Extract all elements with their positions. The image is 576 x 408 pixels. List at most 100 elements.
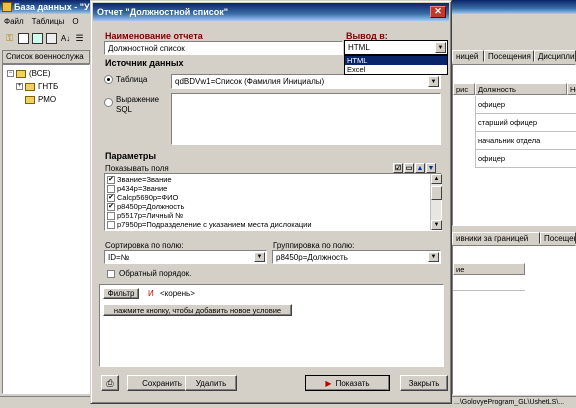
tab-discipline[interactable]: Дисциплин xyxy=(534,50,576,62)
output-select[interactable]: HTML ▼ xyxy=(344,40,448,55)
tab-visits[interactable]: Посещения xyxy=(484,50,534,62)
scroll-thumb[interactable] xyxy=(431,186,442,200)
grid-header-col1[interactable]: рис xyxy=(453,83,475,95)
move-up-icon[interactable]: ▲ xyxy=(415,163,425,173)
field-item[interactable]: p7950p=Подразделение с указанием места д… xyxy=(107,220,439,229)
sort-select-value: ID=№ xyxy=(108,252,130,262)
show-button-label: Показать xyxy=(335,378,370,388)
table-row[interactable]: офицер xyxy=(475,150,576,168)
field-item[interactable]: ✔ Звание=Звание xyxy=(107,175,439,184)
checkbox[interactable] xyxy=(107,211,115,220)
add-condition-button[interactable]: нажмите кнопку, чтобы добавить новое усл… xyxy=(103,304,292,316)
field-label: p434p=Звание xyxy=(117,184,168,193)
sort-icon[interactable]: A↓ xyxy=(60,33,71,44)
tree-item-gntb[interactable]: + ГНТБ xyxy=(16,82,58,91)
sort-select[interactable]: ID=№ ▼ xyxy=(104,250,267,264)
main-menubar: Файл Таблицы О xyxy=(0,14,90,28)
chevron-down-icon[interactable]: ▼ xyxy=(435,42,446,53)
chevron-down-icon[interactable]: ▼ xyxy=(254,252,265,262)
check-all-icon[interactable]: ☑ xyxy=(393,163,403,173)
dialog-titlebar: Отчет "Должностной список" ✕ xyxy=(93,3,449,21)
scroll-down-icon[interactable]: ▼ xyxy=(431,220,442,230)
report-name-value: Должностной список xyxy=(108,43,185,53)
key-icon[interactable]: ⚿ xyxy=(4,33,15,44)
tree-item-label: ГНТБ xyxy=(38,82,59,91)
status-bar: ...\GolovyeProgram_GL\UshetLS\... xyxy=(452,396,576,408)
save-button-label: Сохранить xyxy=(142,378,182,388)
tree-item-label: (ВСЕ) xyxy=(29,69,51,78)
filter-and-operator[interactable]: И xyxy=(148,289,154,298)
checkbox[interactable]: ✔ xyxy=(107,175,115,184)
output-option-excel[interactable]: Excel xyxy=(345,65,447,74)
field-item[interactable]: ✔ Calcp5690p=ФИО xyxy=(107,193,439,202)
folder-icon xyxy=(25,82,35,91)
tree-item-all[interactable]: − (ВСЕ) xyxy=(7,69,51,78)
report-name-input[interactable]: Должностной список xyxy=(104,41,343,55)
lower-grid-row[interactable] xyxy=(453,275,525,291)
table-icon[interactable] xyxy=(18,32,29,44)
close-icon[interactable]: ✕ xyxy=(430,6,446,18)
radio-table[interactable]: Таблица xyxy=(104,75,147,84)
fields-scrollbar[interactable]: ▲ ▼ xyxy=(430,174,442,230)
grid-cell: старший офицер xyxy=(478,118,538,127)
checkbox[interactable] xyxy=(107,269,115,278)
menu-file[interactable]: Файл xyxy=(4,17,24,26)
filter-panel: Фильтр И <корень> нажмите кнопку, чтобы … xyxy=(99,284,444,367)
main-toolbar: ⚿ A↓ ☰ xyxy=(0,29,90,47)
table-row[interactable]: старший офицер xyxy=(475,114,576,132)
params-label: Параметры xyxy=(105,151,157,161)
field-item[interactable]: p5517p=Личный № xyxy=(107,211,439,220)
field-label: p8450p=Должность xyxy=(117,202,185,211)
checkbox[interactable]: ✔ xyxy=(107,202,115,211)
field-label: p5517p=Личный № xyxy=(117,211,184,220)
right-tabs-bottom: ивники за границей Посещен xyxy=(452,232,576,245)
field-item[interactable]: ✔ p8450p=Должность xyxy=(107,202,439,211)
filter-button[interactable]: Фильтр xyxy=(103,288,139,299)
tree-item-rmo[interactable]: РМО xyxy=(25,95,56,104)
menu-tables[interactable]: Таблицы xyxy=(32,17,65,26)
chevron-down-icon[interactable]: ▼ xyxy=(428,76,439,87)
sql-textarea[interactable] xyxy=(171,93,441,145)
table-row[interactable]: начальник отдела xyxy=(475,132,576,150)
menu-other[interactable]: О xyxy=(72,17,78,26)
table-select[interactable]: qdBDVw1=Список (Фамилия Инициалы) ▼ xyxy=(171,74,441,89)
expand-icon[interactable]: + xyxy=(16,83,23,90)
scroll-up-icon[interactable]: ▲ xyxy=(431,174,442,184)
delete-button-label: Удалить xyxy=(195,378,227,388)
lower-grid-header[interactable]: ие xyxy=(453,263,525,275)
expand-icon[interactable]: − xyxy=(7,70,14,77)
checkbox[interactable]: ✔ xyxy=(107,193,115,202)
output-option-html[interactable]: HTML xyxy=(345,56,447,65)
form-icon[interactable] xyxy=(32,32,43,44)
group-label: Группировка по полю: xyxy=(273,241,355,250)
tab-abroad-trips[interactable]: ивники за границей xyxy=(452,232,540,244)
grid-header-col2[interactable]: Должность xyxy=(475,83,567,95)
settings-button[interactable]: ⎙ xyxy=(101,375,119,391)
grid-header-col3[interactable]: Но xyxy=(567,83,576,95)
list-icon[interactable]: ☰ xyxy=(74,33,85,44)
dialog-title: Отчет "Должностной список" xyxy=(97,7,229,17)
tab-visits-2[interactable]: Посещен xyxy=(540,232,576,244)
show-button[interactable]: ▶ Показать xyxy=(305,375,390,391)
radio-icon[interactable] xyxy=(104,98,113,107)
reverse-order-label: Обратный порядок. xyxy=(119,269,192,278)
checkbox[interactable] xyxy=(107,184,115,193)
group-select[interactable]: p8450p=Должность ▼ xyxy=(272,250,441,264)
print-settings-icon: ⎙ xyxy=(106,377,114,388)
tree-header-label: Список военнослужа xyxy=(6,52,84,61)
delete-button[interactable]: Удалить xyxy=(185,375,237,391)
uncheck-all-icon[interactable]: ▭ xyxy=(404,163,414,173)
grid-icon[interactable] xyxy=(46,32,57,44)
radio-sql[interactable]: Выражение SQL xyxy=(104,95,164,115)
move-down-icon[interactable]: ▼ xyxy=(426,163,436,173)
close-button[interactable]: Закрыть xyxy=(400,375,448,391)
tab-abroad[interactable]: ницей xyxy=(452,50,484,62)
radio-icon[interactable] xyxy=(104,75,113,84)
table-row[interactable]: офицер xyxy=(475,96,576,114)
chevron-down-icon[interactable]: ▼ xyxy=(428,252,439,262)
field-item[interactable]: p434p=Звание xyxy=(107,184,439,193)
folder-icon xyxy=(25,95,35,104)
filter-root: <корень> xyxy=(160,289,195,298)
reverse-order-checkbox[interactable]: Обратный порядок. xyxy=(107,269,191,278)
checkbox[interactable] xyxy=(107,220,115,229)
